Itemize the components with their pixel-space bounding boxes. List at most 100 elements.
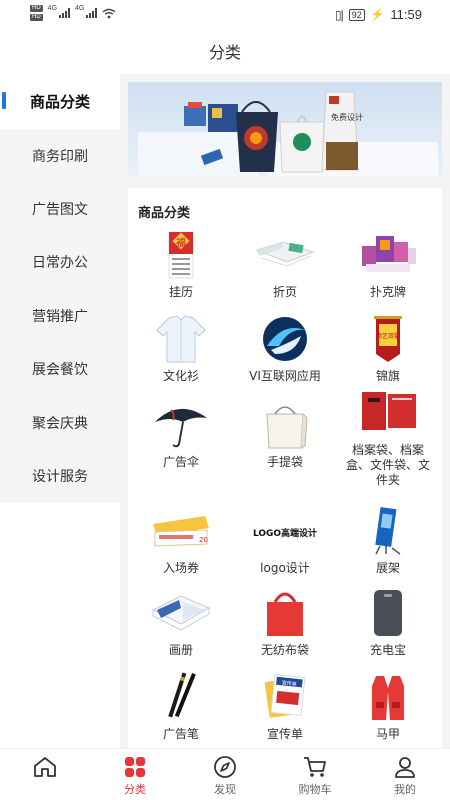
product-label: 折页 — [272, 285, 297, 299]
vi-logo-icon — [263, 317, 307, 361]
section-title: 商品分类 — [138, 206, 191, 221]
tab-discover[interactable]: 发现 — [180, 749, 270, 800]
product-power-bank[interactable]: 充电宝 — [338, 588, 438, 658]
compass-icon — [214, 756, 236, 778]
product-brochure[interactable]: 画册 — [131, 588, 231, 658]
logo-design-icon: LOGO高端设计 — [253, 527, 317, 539]
product-label: 广告伞 — [162, 455, 199, 469]
sidebar-item-party-celebration[interactable]: 聚会庆典 — [0, 396, 120, 449]
pen-icon — [168, 672, 196, 718]
product-t-shirt[interactable]: 文化衫 — [131, 314, 231, 384]
handbag-icon — [266, 406, 308, 449]
page-title: 分类 — [208, 43, 241, 62]
promo-banner[interactable]: 免费设计 — [128, 82, 442, 176]
display-stand-icon — [375, 507, 401, 555]
product-display-stand[interactable]: 展架 — [338, 506, 438, 576]
product-label: 挂历 — [168, 285, 193, 299]
product-handbag[interactable]: 手提袋 — [235, 400, 335, 470]
network-type-label: 4G — [75, 5, 85, 12]
tab-cart[interactable]: 购物车 — [270, 749, 360, 800]
product-label: 宣传单 — [266, 727, 303, 741]
bottom-tab-bar: 分类 发现 购物车 我的 — [0, 748, 450, 800]
product-label: 档案袋、档案盒、文件袋、文件夹 — [345, 443, 430, 487]
file-folder-icon — [362, 392, 416, 430]
category-grid-icon — [125, 757, 145, 777]
product-vi-internet[interactable]: VI互联网应用 — [235, 314, 335, 384]
signal-icon — [59, 8, 71, 18]
hd-badge: HD — [30, 5, 43, 12]
product-vest[interactable]: 马甲 — [338, 672, 438, 742]
shirt-icon — [156, 315, 206, 363]
sidebar-item-label: 商务印刷 — [32, 148, 88, 165]
ticket-text: 20 — [199, 536, 208, 544]
tab-category[interactable]: 分类 — [90, 749, 180, 800]
charging-icon: ⚡ — [370, 9, 385, 21]
product-label: 充电宝 — [369, 643, 406, 657]
sidebar-item-exhibition-catering[interactable]: 展会餐饮 — [0, 343, 120, 396]
sidebar-item-product-category[interactable]: 商品分类 — [0, 74, 120, 129]
hd-indicators: HD HD — [30, 5, 43, 21]
product-umbrella[interactable]: 广告伞 — [131, 400, 231, 470]
calendar-icon: 福 — [168, 231, 194, 279]
flyer-icon: 宣传单 — [264, 673, 306, 718]
tab-home[interactable] — [0, 749, 90, 800]
nonwoven-bag-icon — [267, 592, 303, 636]
product-flyer[interactable]: 宣传单 宣传单 — [235, 672, 335, 742]
product-calendar[interactable]: 福 挂历 — [131, 230, 231, 300]
tab-label: 我的 — [394, 783, 416, 796]
vibrate-icon: ▯| — [334, 7, 344, 22]
product-folded-leaflet[interactable]: 折页 — [235, 230, 335, 300]
sidebar-item-label: 聚会庆典 — [32, 415, 88, 432]
tab-label: 分类 — [124, 783, 146, 796]
product-category-panel: 商品分类 福 挂历 折页 扑克牌 文化衫 VI互联网应用 德艺双馨 锦旗 广告伞… — [128, 188, 442, 748]
sidebar-item-marketing[interactable]: 营销推广 — [0, 289, 120, 342]
product-label: 无纺布袋 — [260, 643, 309, 657]
product-ad-pen[interactable]: 广告笔 — [131, 672, 231, 742]
category-sidebar: 商品分类 商务印刷 广告图文 日常办公 营销推广 展会餐饮 聚会庆典 设计服务 — [0, 74, 120, 748]
playing-cards-icon — [362, 236, 416, 272]
pennant-icon: 德艺双馨 — [374, 316, 402, 362]
calendar-fu-text: 福 — [176, 236, 186, 249]
product-label: 扑克牌 — [369, 285, 406, 299]
vest-icon — [372, 676, 404, 720]
product-label: 马甲 — [375, 727, 400, 741]
status-bar: HD HD 4G 4G ▯| 92 ⚡ 11:59 — [0, 0, 450, 32]
pennant-text: 德艺双馨 — [376, 332, 400, 340]
signal-icon — [86, 8, 98, 18]
power-bank-icon — [374, 590, 402, 636]
product-playing-cards[interactable]: 扑克牌 — [338, 230, 438, 300]
tab-label: 发现 — [214, 783, 236, 796]
product-label: 锦旗 — [375, 369, 400, 383]
banner-bag-text: 免费设计 — [331, 112, 363, 122]
profile-icon — [395, 757, 415, 778]
sidebar-item-label: 展会餐饮 — [32, 362, 88, 379]
sidebar-item-label: 广告图文 — [32, 202, 88, 219]
product-pennant[interactable]: 德艺双馨 锦旗 — [338, 314, 438, 384]
product-label: 广告笔 — [162, 727, 199, 741]
hd-badge: HD — [30, 14, 43, 21]
sidebar-item-ad-graphics[interactable]: 广告图文 — [0, 182, 120, 235]
ticket-icon: 20 — [153, 516, 209, 547]
clock: 11:59 — [390, 7, 422, 22]
sidebar-item-label: 营销推广 — [32, 308, 88, 325]
product-label: VI互联网应用 — [249, 369, 321, 383]
network-type-label: 4G — [47, 5, 58, 12]
product-ticket[interactable]: 20 入场券 — [131, 506, 231, 576]
product-label: 手提袋 — [266, 455, 303, 469]
sidebar-item-design-service[interactable]: 设计服务 — [0, 449, 120, 502]
sidebar-item-label: 设计服务 — [32, 469, 88, 486]
brochure-icon — [151, 595, 211, 631]
sidebar-item-label: 商品分类 — [29, 93, 90, 111]
product-label: 文化衫 — [162, 369, 199, 383]
home-icon — [34, 757, 56, 777]
sidebar-item-business-printing[interactable]: 商务印刷 — [0, 129, 120, 182]
banner-image: 免费设计 — [128, 82, 442, 176]
tab-profile[interactable]: 我的 — [360, 749, 450, 800]
product-logo-design[interactable]: LOGO高端设计 logo设计 — [235, 506, 335, 576]
product-nonwoven-bag[interactable]: 无纺布袋 — [235, 588, 335, 658]
umbrella-icon — [155, 408, 207, 448]
sidebar-list: 商务印刷 广告图文 日常办公 营销推广 展会餐饮 聚会庆典 设计服务 — [0, 129, 120, 503]
product-label: 画册 — [168, 643, 193, 657]
product-file-folders[interactable]: 档案袋、档案盒、文件袋、文件夹 — [338, 388, 438, 488]
sidebar-item-daily-office[interactable]: 日常办公 — [0, 236, 120, 289]
